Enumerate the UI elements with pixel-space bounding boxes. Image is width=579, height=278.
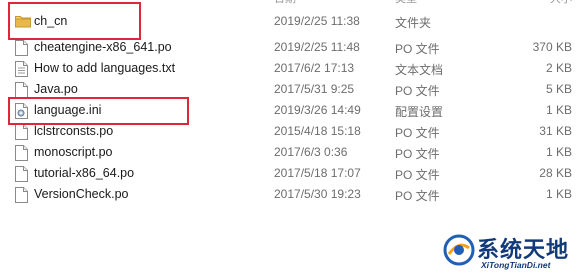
text-file-icon: [15, 61, 29, 77]
file-type: PO 文件: [395, 42, 440, 56]
file-row-cheatengine-po[interactable]: cheatengine-x86_641.po 2019/2/25 11:48 P…: [0, 37, 579, 58]
file-type: PO 文件: [395, 189, 440, 203]
file-size: 1 KB: [545, 187, 572, 201]
file-size: 370 KB: [532, 40, 572, 54]
file-type: 配置设置: [395, 105, 444, 119]
file-type: PO 文件: [395, 126, 440, 140]
file-size: 31 KB: [539, 124, 572, 138]
file-name: cheatengine-x86_641.po: [34, 40, 172, 54]
folder-icon: [15, 14, 31, 30]
file-type: PO 文件: [395, 168, 440, 182]
watermark: 系统天地 XiTongTianDi.net: [443, 230, 573, 274]
file-modified: 2015/4/18 15:18: [274, 124, 361, 138]
size-column-header[interactable]: 大小: [550, 0, 572, 5]
document-icon: [15, 187, 29, 203]
file-type: PO 文件: [395, 84, 440, 98]
file-modified: 2019/2/25 11:38: [274, 14, 360, 28]
file-name: VersionCheck.po: [34, 187, 129, 201]
document-icon: [15, 82, 29, 98]
file-modified: 2017/5/18 17:07: [274, 166, 361, 180]
settings-file-icon: [15, 103, 29, 119]
file-name: tutorial-x86_64.po: [34, 166, 135, 180]
file-modified: 2017/5/31 9:25: [274, 82, 355, 96]
file-name: lclstrconsts.po: [34, 124, 114, 138]
column-header-strip: 日期 类型 大小: [0, 0, 579, 6]
file-name: How to add languages.txt: [34, 61, 176, 75]
file-row-java-po[interactable]: Java.po 2017/5/31 9:25 PO 文件 5 KB: [0, 79, 579, 100]
document-icon: [15, 124, 29, 140]
file-name: language.ini: [34, 103, 102, 117]
file-row-lclstrconsts-po[interactable]: lclstrconsts.po 2015/4/18 15:18 PO 文件 31…: [0, 121, 579, 142]
file-row-how-to-add-languages[interactable]: How to add languages.txt 2017/6/2 17:13 …: [0, 58, 579, 79]
watermark-logo-icon: [443, 234, 475, 266]
file-size: 1 KB: [545, 103, 572, 117]
file-size: 28 KB: [539, 166, 572, 180]
file-modified: 2019/3/26 14:49: [274, 103, 361, 117]
document-icon: [15, 145, 29, 161]
file-modified: 2019/2/25 11:48: [274, 40, 360, 54]
file-type: 文本文档: [395, 63, 444, 77]
file-name: ch_cn: [34, 14, 68, 28]
file-name: Java.po: [34, 82, 78, 96]
file-modified: 2017/5/30 19:23: [274, 187, 361, 201]
type-column-header[interactable]: 类型: [395, 0, 417, 5]
file-modified: 2017/6/2 17:13: [274, 61, 355, 75]
file-name: monoscript.po: [34, 145, 113, 159]
file-size: 2 KB: [545, 61, 572, 75]
document-icon: [15, 166, 29, 182]
watermark-url: XiTongTianDi.net: [481, 260, 551, 270]
file-row-language-ini[interactable]: language.ini 2019/3/26 14:49 配置设置 1 KB: [0, 100, 579, 121]
file-modified: 2017/6/3 0:36: [274, 145, 348, 159]
file-type: PO 文件: [395, 147, 440, 161]
file-row-tutorial-po[interactable]: tutorial-x86_64.po 2017/5/18 17:07 PO 文件…: [0, 163, 579, 184]
date-column-header[interactable]: 日期: [274, 0, 296, 5]
document-icon: [15, 40, 29, 56]
file-row-versioncheck-po[interactable]: VersionCheck.po 2017/5/30 19:23 PO 文件 1 …: [0, 184, 579, 205]
file-size: 1 KB: [545, 145, 572, 159]
file-row-monoscript-po[interactable]: monoscript.po 2017/6/3 0:36 PO 文件 1 KB: [0, 142, 579, 163]
file-row-ch_cn[interactable]: ch_cn 2019/2/25 11:38 文件夹: [0, 11, 579, 32]
file-size: 5 KB: [545, 82, 572, 96]
file-type: 文件夹: [395, 16, 432, 30]
